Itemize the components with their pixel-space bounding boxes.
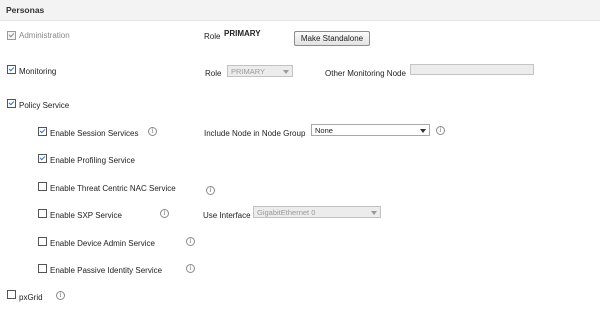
- info-icon[interactable]: i: [186, 237, 195, 246]
- monitoring-role-label: Role: [205, 69, 222, 78]
- node-group-select[interactable]: None: [311, 124, 430, 136]
- monitoring-role-select[interactable]: PRIMARY: [227, 65, 293, 77]
- node-group-select-value: None: [315, 126, 333, 135]
- info-icon[interactable]: i: [436, 126, 445, 135]
- section-header: [0, 0, 600, 21]
- pxgrid-checkbox[interactable]: [7, 290, 16, 299]
- chevron-down-icon: [371, 211, 377, 215]
- info-icon[interactable]: i: [160, 209, 169, 218]
- make-standalone-button[interactable]: Make Standalone: [294, 31, 370, 46]
- monitoring-role-select-value: PRIMARY: [231, 67, 266, 76]
- chevron-down-icon: [420, 129, 426, 133]
- enable-threat-centric-nac-label: Enable Threat Centric NAC Service: [50, 184, 176, 193]
- other-monitoring-node-label: Other Monitoring Node: [325, 69, 406, 78]
- enable-passive-identity-service-checkbox[interactable]: [38, 264, 47, 273]
- administration-checkbox[interactable]: [7, 31, 16, 40]
- pxgrid-label: pxGrid: [19, 293, 43, 302]
- policy-service-label: Policy Service: [19, 101, 70, 110]
- other-monitoring-node-field[interactable]: [410, 64, 534, 75]
- enable-threat-centric-nac-checkbox[interactable]: [38, 182, 47, 191]
- enable-device-admin-service-label: Enable Device Admin Service: [50, 239, 155, 248]
- administration-role-value: PRIMARY: [224, 29, 261, 38]
- node-group-label: Include Node in Node Group: [204, 129, 306, 138]
- administration-role-label: Role: [204, 32, 221, 41]
- enable-profiling-service-label: Enable Profiling Service: [50, 156, 135, 165]
- enable-profiling-service-checkbox[interactable]: [38, 154, 47, 163]
- policy-service-checkbox[interactable]: [7, 99, 16, 108]
- info-icon[interactable]: i: [148, 127, 157, 136]
- info-icon[interactable]: i: [186, 264, 195, 273]
- enable-device-admin-service-checkbox[interactable]: [38, 237, 47, 246]
- monitoring-label: Monitoring: [19, 67, 57, 76]
- enable-passive-identity-service-label: Enable Passive Identity Service: [50, 266, 163, 275]
- info-icon[interactable]: i: [56, 291, 65, 300]
- use-interface-select-value: GigabitEthernet 0: [257, 208, 316, 217]
- monitoring-checkbox[interactable]: [7, 65, 16, 74]
- enable-sxp-service-checkbox[interactable]: [38, 209, 47, 218]
- info-icon[interactable]: i: [206, 186, 215, 195]
- use-interface-select[interactable]: GigabitEthernet 0: [253, 206, 381, 218]
- chevron-down-icon: [283, 70, 289, 74]
- enable-session-services-label: Enable Session Services: [50, 129, 139, 138]
- enable-session-services-checkbox[interactable]: [38, 127, 47, 136]
- section-title: Personas: [6, 5, 45, 15]
- administration-label: Administration: [19, 31, 70, 40]
- enable-sxp-service-label: Enable SXP Service: [50, 211, 122, 220]
- use-interface-label: Use Interface: [203, 211, 251, 220]
